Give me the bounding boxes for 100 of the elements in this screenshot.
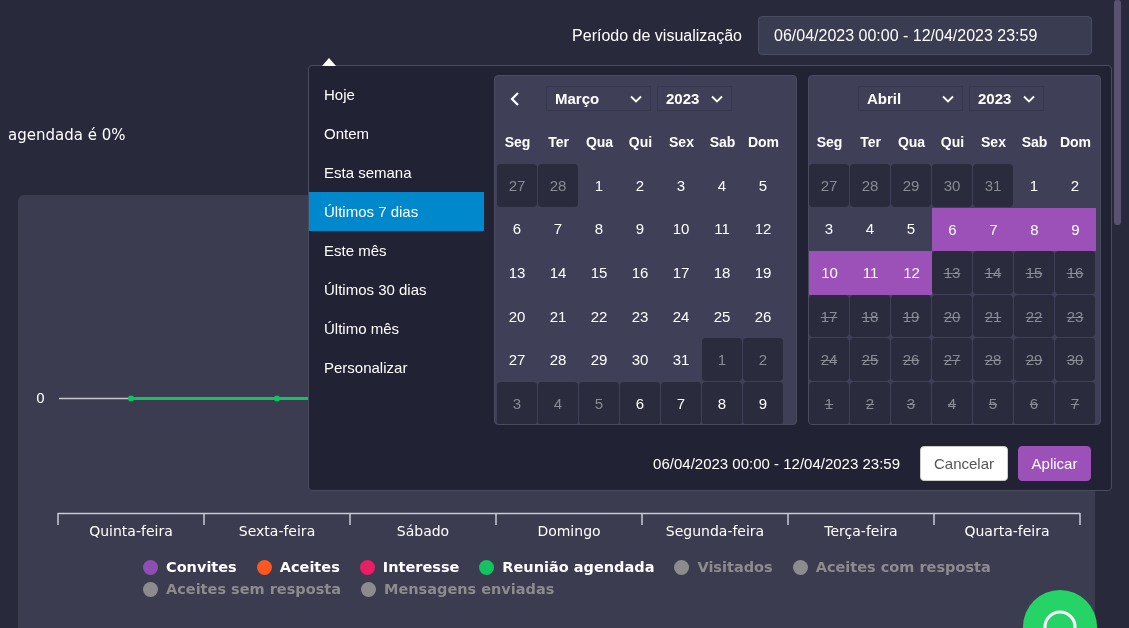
day-cell: 5 (973, 381, 1013, 424)
weekday-label: Ter (547, 134, 570, 150)
legend-item[interactable]: Interesse (359, 557, 460, 577)
day-cell[interactable]: 3 (809, 207, 849, 251)
day-cell: 4 (932, 381, 972, 424)
x-axis-label: Quinta-feira (89, 523, 173, 539)
day-cell[interactable]: 6 (620, 381, 660, 424)
day-cell[interactable]: 4 (538, 381, 578, 424)
legend-item[interactable]: Aceites (256, 557, 340, 577)
day-cell[interactable]: 22 (579, 294, 619, 338)
day-cell[interactable]: 12 (743, 207, 783, 251)
day-cell[interactable]: 5 (579, 381, 619, 424)
year-select[interactable]: 2023 (657, 86, 732, 111)
range-option[interactable]: Personalizar (309, 348, 484, 387)
day-cell[interactable]: 7 (661, 381, 701, 424)
day-cell[interactable]: 9 (1055, 207, 1096, 252)
day-cell[interactable]: 6 (932, 207, 973, 252)
day-cell[interactable]: 19 (743, 251, 783, 294)
day-cell[interactable]: 3 (497, 381, 537, 424)
day-cell[interactable]: 10 (661, 207, 701, 251)
year-select[interactable]: 2023 (969, 86, 1044, 111)
chevron-down-icon (942, 94, 954, 103)
month-select[interactable]: Março (546, 86, 651, 111)
day-cell[interactable]: 5 (743, 164, 783, 207)
day-cell: 18 (850, 294, 890, 338)
day-cell[interactable]: 16 (620, 251, 660, 294)
day-cell[interactable]: 7 (538, 207, 578, 251)
day-cell[interactable]: 8 (579, 207, 619, 251)
day-cell[interactable]: 6 (497, 207, 537, 251)
day-cell[interactable]: 1 (1014, 164, 1054, 207)
day-cell: 2 (850, 381, 890, 424)
day-cell[interactable]: 14 (538, 251, 578, 294)
day-cell[interactable]: 24 (661, 294, 701, 338)
weekday-label: Sex (980, 134, 1007, 150)
day-cell[interactable]: 30 (620, 338, 660, 381)
range-option[interactable]: Hoje (309, 75, 484, 114)
day-cell[interactable]: 9 (743, 381, 783, 424)
day-cell: 17 (809, 294, 849, 338)
range-option[interactable]: Últimos 7 dias (309, 192, 484, 231)
x-axis-label: Segunda-feira (665, 523, 765, 539)
weekday-label: Dom (1058, 134, 1093, 150)
day-cell[interactable]: 21 (538, 294, 578, 338)
day-cell[interactable]: 3 (661, 164, 701, 207)
day-cell: 28 (973, 338, 1013, 381)
weekday-label: Sab (1020, 134, 1049, 150)
day-cell[interactable]: 13 (497, 251, 537, 294)
cancel-button[interactable]: Cancelar (920, 446, 1008, 481)
day-cell[interactable]: 8 (1014, 207, 1055, 252)
day-cell[interactable]: 2 (1055, 164, 1095, 207)
apply-button[interactable]: Aplicar (1018, 446, 1091, 481)
day-cell[interactable]: 11 (702, 207, 742, 251)
day-cell[interactable]: 12 (891, 251, 932, 295)
day-cell[interactable]: 1 (579, 164, 619, 207)
day-cell[interactable]: 29 (891, 164, 931, 207)
day-cell[interactable]: 27 (809, 164, 849, 207)
day-cell[interactable]: 20 (497, 294, 537, 338)
day-cell[interactable]: 1 (702, 338, 742, 381)
day-cell[interactable]: 25 (702, 294, 742, 338)
day-cell[interactable]: 23 (620, 294, 660, 338)
day-cell[interactable]: 9 (620, 207, 660, 251)
day-cell[interactable]: 4 (850, 207, 890, 251)
day-cell[interactable]: 30 (932, 164, 972, 207)
range-option[interactable]: Esta semana (309, 153, 484, 192)
month-select[interactable]: Abril (858, 86, 963, 111)
chevron-left-icon[interactable] (509, 90, 521, 107)
day-cell: 24 (809, 338, 849, 381)
date-range-field[interactable]: 06/04/2023 00:00 - 12/04/2023 23:59 (758, 16, 1092, 55)
day-cell[interactable]: 27 (497, 164, 537, 207)
weekday-label: Qua (896, 134, 927, 150)
range-option[interactable]: Ontem (309, 114, 484, 153)
day-cell[interactable]: 8 (702, 381, 742, 424)
day-cell[interactable]: 31 (661, 338, 701, 381)
day-cell[interactable]: 2 (743, 338, 783, 381)
legend-item[interactable]: Convites (143, 557, 237, 577)
day-cell: 29 (1014, 338, 1054, 381)
legend-item[interactable]: Reunião agendada (479, 557, 655, 577)
weekday-label: Seg (503, 134, 532, 150)
scrollbar-thumb[interactable] (1114, 0, 1121, 225)
day-cell[interactable]: 15 (579, 251, 619, 294)
range-option[interactable]: Este mês (309, 231, 484, 270)
day-cell[interactable]: 29 (579, 338, 619, 381)
day-cell[interactable]: 28 (538, 338, 578, 381)
day-cell[interactable]: 5 (891, 207, 931, 251)
range-option[interactable]: Último mês (309, 309, 484, 348)
day-cell[interactable]: 18 (702, 251, 742, 294)
day-cell[interactable]: 11 (850, 251, 891, 295)
day-cell[interactable]: 2 (620, 164, 660, 207)
day-cell[interactable]: 26 (743, 294, 783, 338)
day-cell[interactable]: 28 (850, 164, 890, 207)
day-cell[interactable]: 4 (702, 164, 742, 207)
day-cell[interactable]: 27 (497, 338, 537, 381)
day-cell[interactable]: 7 (973, 207, 1014, 252)
day-cell: 1 (809, 381, 849, 424)
day-cell[interactable]: 17 (661, 251, 701, 294)
range-option[interactable]: Últimos 30 dias (309, 270, 484, 309)
day-cell[interactable]: 31 (973, 164, 1013, 207)
day-cell[interactable]: 10 (809, 251, 850, 295)
day-cell[interactable]: 28 (538, 164, 578, 207)
chevron-down-icon (630, 94, 642, 103)
day-cell: 25 (850, 338, 890, 381)
